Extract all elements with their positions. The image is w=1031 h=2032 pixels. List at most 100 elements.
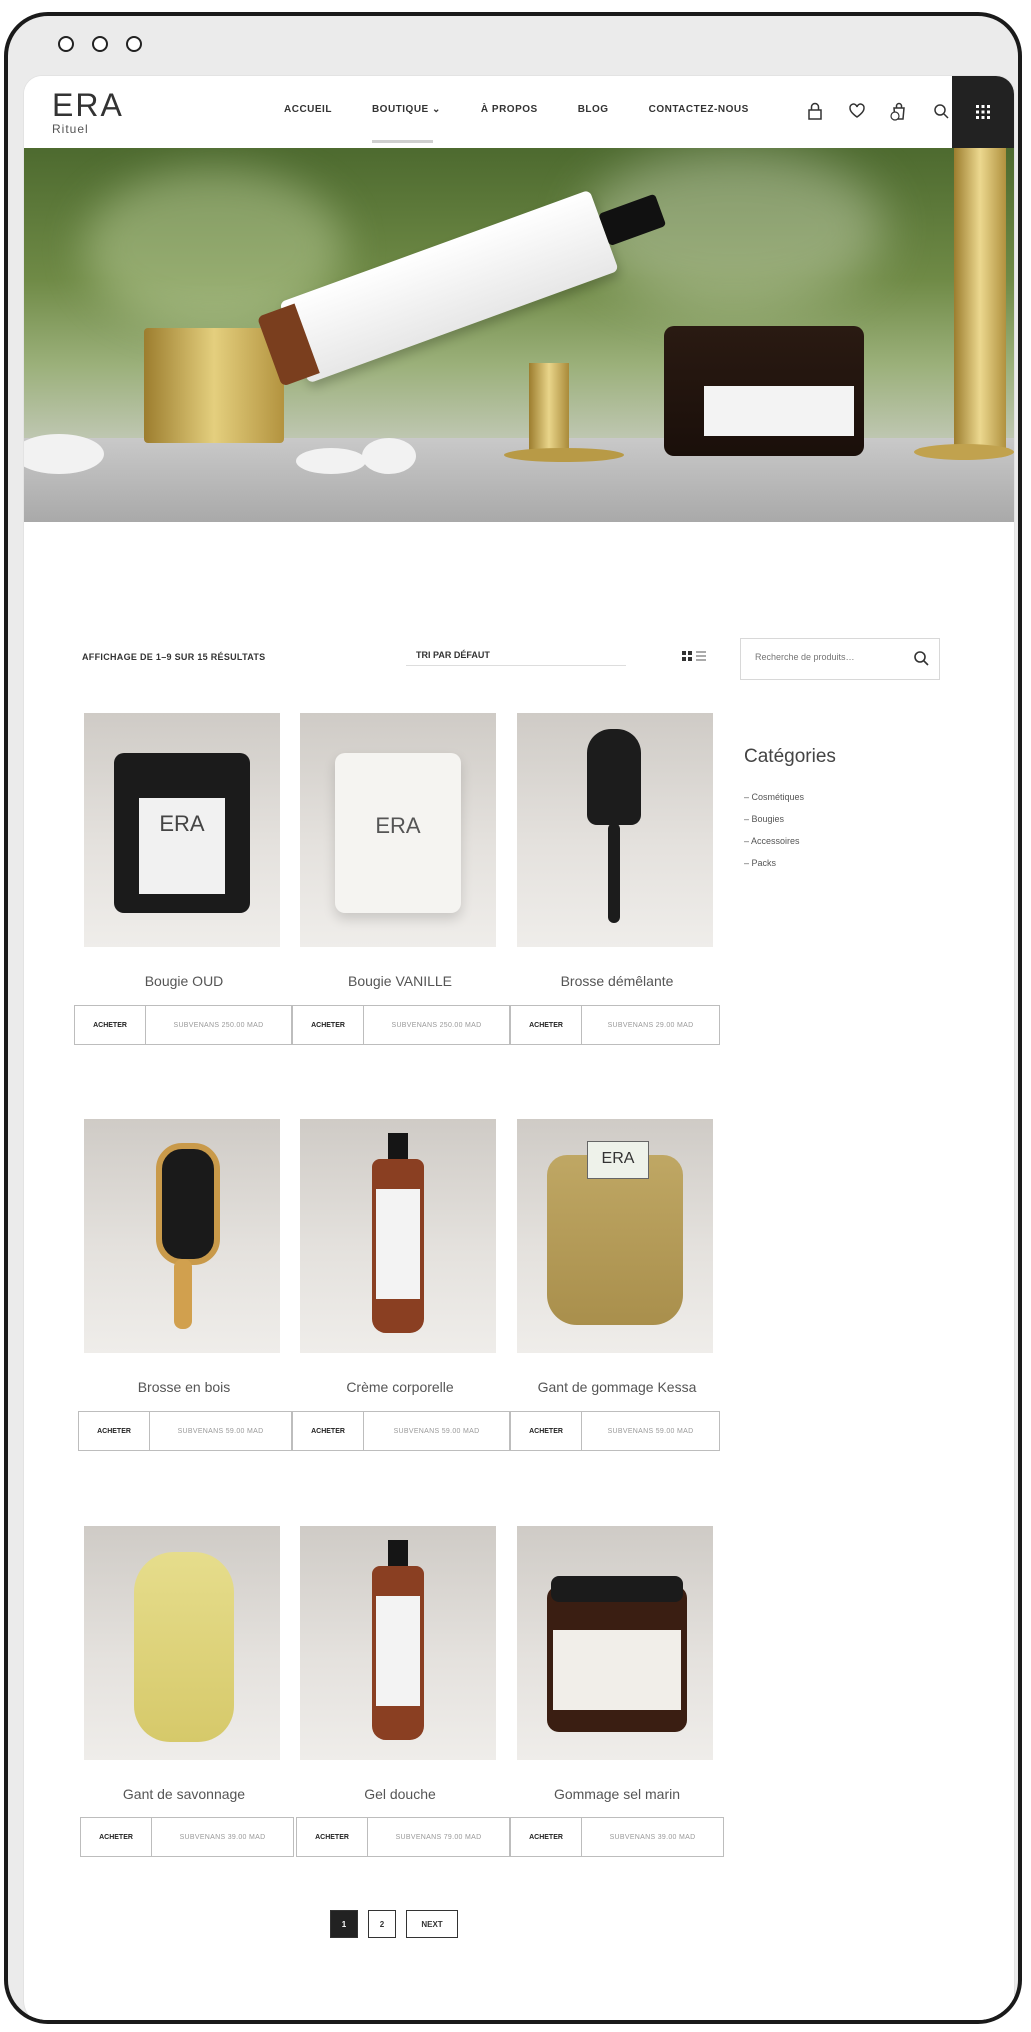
- logo-wordmark: ERA: [52, 87, 124, 123]
- product-image[interactable]: [84, 1119, 280, 1353]
- product-image[interactable]: ERA: [517, 1119, 713, 1353]
- product-name[interactable]: Gant de savonnage: [84, 1786, 284, 1802]
- product-name[interactable]: Bougie OUD: [84, 973, 284, 989]
- next-page-button[interactable]: NEXT: [406, 1910, 458, 1938]
- window-controls: [58, 36, 142, 52]
- buy-button[interactable]: ACHETER: [79, 1412, 150, 1450]
- search-icon[interactable]: [913, 650, 929, 671]
- product-card[interactable]: ERA Bougie OUD: [84, 713, 284, 989]
- page-button[interactable]: 1: [330, 1910, 358, 1938]
- buy-button[interactable]: ACHETER: [511, 1412, 582, 1450]
- add-to-cart-bar: ACHETER SUBVENANS 29.00 MAD: [510, 1005, 720, 1045]
- hero-banner: [24, 148, 1014, 522]
- buy-button[interactable]: ACHETER: [293, 1412, 364, 1450]
- heart-icon[interactable]: [844, 98, 870, 124]
- grid-view-icon[interactable]: [682, 648, 692, 661]
- product-name[interactable]: Gommage sel marin: [517, 1786, 717, 1802]
- product-price: SUBVENANS 59.00 MAD: [393, 1427, 480, 1435]
- product-name[interactable]: Bougie VANILLE: [300, 973, 500, 989]
- page-button[interactable]: 2: [368, 1910, 396, 1938]
- product-price: SUBVENANS 39.00 MAD: [609, 1833, 696, 1841]
- buy-button[interactable]: ACHETER: [297, 1818, 368, 1856]
- category-item[interactable]: – Cosmétiques: [744, 786, 804, 808]
- lock-icon[interactable]: [802, 98, 828, 124]
- product-name[interactable]: Brosse en bois: [84, 1379, 284, 1395]
- categories-list: – Cosmétiques – Bougies – Accessoires – …: [744, 786, 804, 874]
- buy-button[interactable]: ACHETER: [81, 1818, 152, 1856]
- product-image[interactable]: ERA: [300, 713, 496, 947]
- product-image[interactable]: [84, 1526, 280, 1760]
- product-image[interactable]: [517, 1526, 713, 1760]
- add-to-cart-bar: ACHETER SUBVENANS 39.00 MAD: [80, 1817, 294, 1857]
- product-name[interactable]: Gel douche: [300, 1786, 500, 1802]
- product-label-art: ERA: [375, 813, 421, 838]
- header-icons: [802, 98, 954, 124]
- sort-select[interactable]: TRI PAR DÉFAUT: [406, 644, 626, 666]
- product-search: [740, 638, 940, 680]
- window-dot[interactable]: [126, 36, 142, 52]
- product-label-art: ERA: [587, 1141, 649, 1179]
- product-label-art: ERA: [159, 811, 205, 836]
- nav-item-label: BOUTIQUE: [371, 104, 429, 115]
- product-card[interactable]: Crème corporelle: [300, 1119, 500, 1395]
- nav-item-a-propos[interactable]: À PROPOS: [481, 104, 538, 115]
- category-item[interactable]: – Accessoires: [744, 830, 804, 852]
- product-price: SUBVENANS 250.00 MAD: [173, 1021, 264, 1029]
- window-dot[interactable]: [58, 36, 74, 52]
- product-image[interactable]: [300, 1119, 496, 1353]
- chevron-down-icon: ⌄: [432, 104, 441, 115]
- product-price: SUBVENANS 29.00 MAD: [607, 1021, 694, 1029]
- product-image[interactable]: [300, 1526, 496, 1760]
- category-item[interactable]: – Packs: [744, 852, 804, 874]
- category-item[interactable]: – Bougies: [744, 808, 804, 830]
- product-price: SUBVENANS 59.00 MAD: [607, 1427, 694, 1435]
- category-label: Accessoires: [751, 836, 800, 846]
- product-card[interactable]: Gel douche: [300, 1526, 500, 1802]
- product-image[interactable]: ERA: [84, 713, 280, 947]
- product-card[interactable]: Brosse démêlante: [517, 713, 717, 989]
- cart-icon[interactable]: [886, 98, 912, 124]
- grid-menu-icon[interactable]: [952, 76, 1014, 148]
- product-name[interactable]: Brosse démêlante: [517, 973, 717, 989]
- product-card[interactable]: Gommage sel marin: [517, 1526, 717, 1802]
- add-to-cart-bar: ACHETER SUBVENANS 59.00 MAD: [292, 1411, 510, 1451]
- hero-brass-stand: [529, 363, 569, 453]
- buy-button[interactable]: ACHETER: [293, 1006, 364, 1044]
- device-frame: ERA Rituel ACCUEIL BOUTIQUE ⌄ À PROPOS B…: [4, 12, 1022, 2024]
- browser-window: ERA Rituel ACCUEIL BOUTIQUE ⌄ À PROPOS B…: [24, 76, 1014, 2020]
- nav-item-boutique[interactable]: BOUTIQUE ⌄: [371, 104, 441, 143]
- categories-title: Catégories: [744, 746, 836, 767]
- add-to-cart-bar: ACHETER SUBVENANS 79.00 MAD: [296, 1817, 510, 1857]
- product-name[interactable]: Gant de gommage Kessa: [517, 1379, 717, 1395]
- add-to-cart-bar: ACHETER SUBVENANS 39.00 MAD: [510, 1817, 724, 1857]
- main-nav: ACCUEIL BOUTIQUE ⌄ À PROPOS BLOG CONTACT…: [284, 104, 749, 143]
- hero-jar: [664, 326, 864, 456]
- nav-item-blog[interactable]: BLOG: [578, 104, 609, 115]
- nav-item-accueil[interactable]: ACCUEIL: [284, 104, 332, 115]
- list-view-icon[interactable]: [696, 648, 706, 661]
- product-price: SUBVENANS 79.00 MAD: [395, 1833, 482, 1841]
- buy-button[interactable]: ACHETER: [511, 1818, 582, 1856]
- product-card[interactable]: ERA Bougie VANILLE: [300, 713, 500, 989]
- product-name[interactable]: Crème corporelle: [300, 1379, 500, 1395]
- buy-button[interactable]: ACHETER: [511, 1006, 582, 1044]
- logo[interactable]: ERA Rituel: [52, 87, 124, 136]
- product-card[interactable]: Brosse en bois: [84, 1119, 284, 1395]
- search-icon[interactable]: [928, 98, 954, 124]
- hero-brass-tap: [954, 148, 1006, 448]
- category-label: Bougies: [751, 814, 785, 824]
- product-image[interactable]: [517, 713, 713, 947]
- add-to-cart-bar: ACHETER SUBVENANS 250.00 MAD: [292, 1005, 510, 1045]
- product-card[interactable]: ERA Gant de gommage Kessa: [517, 1119, 717, 1395]
- results-count: AFFICHAGE DE 1–9 SUR 15 RÉSULTATS: [82, 652, 266, 662]
- category-label: Cosmétiques: [751, 792, 805, 802]
- nav-item-contact[interactable]: CONTACTEZ-NOUS: [649, 104, 749, 115]
- add-to-cart-bar: ACHETER SUBVENANS 59.00 MAD: [78, 1411, 292, 1451]
- buy-button[interactable]: ACHETER: [75, 1006, 146, 1044]
- product-card[interactable]: Gant de savonnage: [84, 1526, 284, 1802]
- product-search-input[interactable]: [753, 651, 907, 663]
- logo-tagline: Rituel: [52, 122, 89, 136]
- product-price: SUBVENANS 39.00 MAD: [179, 1833, 266, 1841]
- category-label: Packs: [751, 858, 777, 868]
- window-dot[interactable]: [92, 36, 108, 52]
